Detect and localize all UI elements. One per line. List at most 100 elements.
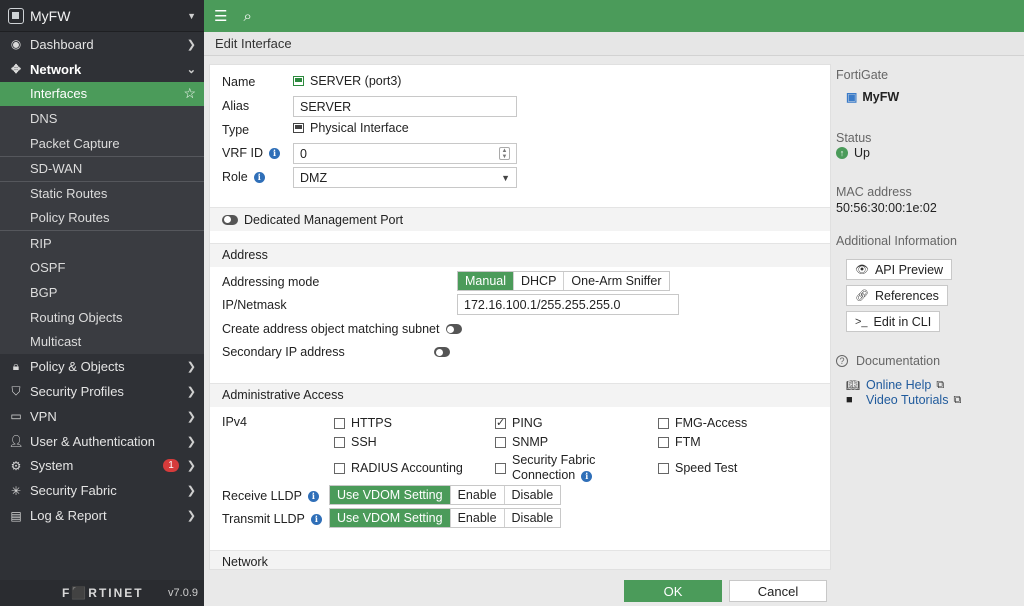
sidebar-item-policy-objects[interactable]: 🔒︎ Policy & Objects ❯	[0, 354, 204, 380]
info-icon[interactable]: i	[310, 513, 322, 525]
tx-lldp-enable[interactable]: Enable	[450, 509, 505, 527]
sidebar-sub-ospf[interactable]: OSPF	[0, 255, 204, 280]
vrf-id-input[interactable]: 0 ▲ ▼	[293, 143, 517, 164]
sidebar-item-system[interactable]: ⚙ System 1 ❯	[0, 453, 204, 479]
create-address-label: Create address object matching subnet	[222, 322, 440, 336]
ssh-checkbox[interactable]: SSH	[334, 435, 377, 449]
sidebar-sub-sd-wan[interactable]: SD-WAN	[0, 155, 204, 181]
sidebar-item-vpn[interactable]: ▭ VPN ❯	[0, 403, 204, 429]
sidebar-item-dashboard[interactable]: ◉ Dashboard ❯	[0, 32, 204, 57]
info-icon[interactable]: i	[581, 471, 593, 482]
receive-lldp-segmented: Use VDOM Setting Enable Disable	[329, 485, 562, 505]
addr-mode-dhcp[interactable]: DHCP	[514, 272, 565, 290]
sidebar-item-user-auth[interactable]: 👤︎ User & Authentication ❯	[0, 428, 204, 454]
gear-icon: ⚙	[10, 458, 22, 473]
info-icon[interactable]: i	[268, 147, 280, 159]
vrf-row: VRF ID i	[222, 146, 280, 160]
addressing-mode-segmented: Manual DHCP One-Arm Sniffer	[457, 271, 670, 291]
type-value: Physical Interface	[310, 121, 409, 135]
rx-lldp-disable[interactable]: Disable	[504, 486, 561, 504]
checkbox-label: SNMP	[512, 435, 549, 449]
references-button[interactable]: 🔗︎ References	[846, 285, 948, 306]
addressing-mode-row: Addressing mode	[222, 275, 319, 289]
speed-test-checkbox[interactable]: Speed Test	[658, 461, 737, 475]
video-tutorials-link[interactable]: ■ Video Tutorials ⧉	[846, 393, 961, 407]
search-icon[interactable]: ⌕	[243, 8, 251, 25]
ok-button[interactable]: OK	[624, 580, 722, 602]
alias-row: Alias	[222, 99, 249, 113]
online-help-link[interactable]: 📖︎ Online Help ⧉	[846, 378, 944, 392]
checkbox-box[interactable]	[495, 436, 506, 448]
sidebar-item-security-profiles[interactable]: ⛉ Security Profiles ❯	[0, 379, 204, 404]
checkbox-box[interactable]	[334, 417, 345, 429]
type-label: Type	[222, 123, 250, 137]
role-select[interactable]: DMZ	[293, 167, 517, 188]
create-address-toggle[interactable]	[445, 324, 462, 334]
admin-access-section-header: Administrative Access	[210, 383, 830, 407]
button-label: References	[874, 288, 939, 303]
snmp-checkbox[interactable]: SNMP	[495, 435, 548, 449]
radius-accounting-checkbox[interactable]: RADIUS Accounting	[334, 461, 463, 475]
link-label: Video Tutorials	[866, 393, 949, 407]
sidebar-item-network[interactable]: ✥ Network ⌄	[0, 56, 204, 82]
secondary-ip-label: Secondary IP address	[222, 345, 345, 359]
sidebar-sub-policy-routes[interactable]: Policy Routes	[0, 205, 204, 231]
chart-icon: ▤	[10, 508, 22, 523]
star-icon[interactable]: ☆	[183, 85, 196, 102]
info-icon[interactable]: i	[253, 171, 265, 183]
edit-in-cli-button[interactable]: >_ Edit in CLI	[846, 311, 941, 332]
sidebar-sub-routing-objects[interactable]: Routing Objects	[0, 304, 204, 330]
rx-lldp-use-vdom[interactable]: Use VDOM Setting	[330, 486, 451, 504]
cancel-button[interactable]: Cancel	[729, 580, 827, 602]
fmg-access-checkbox[interactable]: FMG-Access	[658, 416, 747, 430]
info-icon[interactable]: i	[307, 490, 319, 502]
fortigate-device-icon	[8, 7, 24, 24]
secondary-ip-toggle[interactable]	[434, 347, 450, 357]
checkbox-box-checked[interactable]	[495, 416, 506, 429]
ipmask-input[interactable]: 172.16.100.1/255.255.255.0	[457, 294, 679, 315]
sidebar-sub-dns[interactable]: DNS	[0, 106, 204, 132]
sidebar-sub-label: Multicast	[30, 334, 82, 350]
alias-input[interactable]: SERVER	[293, 96, 517, 117]
sidebar-sub-bgp[interactable]: BGP	[0, 279, 204, 305]
network-section-header: Network	[210, 550, 830, 569]
sidebar-item-label: Dashboard	[30, 36, 94, 52]
tx-lldp-disable[interactable]: Disable	[504, 509, 561, 527]
mac-value: 50:56:30:00:1e:02	[836, 201, 937, 215]
checkbox-box[interactable]	[658, 436, 669, 448]
https-checkbox[interactable]: HTTPS	[334, 416, 392, 430]
checkbox-label: FMG-Access	[675, 416, 748, 430]
sidebar-sub-interfaces[interactable]: Interfaces ☆	[0, 81, 204, 107]
checkbox-box[interactable]	[334, 436, 345, 448]
vdom-selector[interactable]: MyFW ▼	[0, 0, 204, 32]
name-value-row: SERVER (port3)	[293, 74, 401, 88]
sidebar-sub-label: Routing Objects	[30, 309, 123, 325]
ping-checkbox[interactable]: PING	[495, 416, 543, 430]
number-stepper-icon[interactable]: ▲ ▼	[499, 147, 510, 160]
rx-lldp-enable[interactable]: Enable	[450, 486, 505, 504]
sidebar-item-log-report[interactable]: ▤ Log & Report ❯	[0, 503, 204, 528]
button-label: API Preview	[874, 262, 944, 277]
addr-mode-one-arm-sniffer[interactable]: One-Arm Sniffer	[564, 272, 669, 290]
sidebar-item-security-fabric[interactable]: ✳ Security Fabric ❯	[0, 478, 204, 504]
sidebar-sub-static-routes[interactable]: Static Routes	[0, 180, 204, 206]
api-preview-button[interactable]: 👁︎ API Preview	[846, 259, 953, 280]
checkbox-label-multiline: Security Fabric Connection i	[512, 453, 595, 483]
hamburger-menu-icon[interactable]: ☰	[214, 7, 227, 25]
sidebar-item-label: Security Fabric	[30, 483, 117, 499]
checkbox-box[interactable]	[658, 462, 669, 474]
name-value: SERVER (port3)	[310, 74, 402, 88]
checkbox-box[interactable]	[495, 462, 506, 474]
tx-lldp-use-vdom[interactable]: Use VDOM Setting	[330, 509, 451, 527]
sidebar-sub-multicast[interactable]: Multicast	[0, 329, 204, 355]
sidebar-sub-rip[interactable]: RIP	[0, 230, 204, 256]
ftm-checkbox[interactable]: FTM	[658, 435, 701, 449]
transmit-lldp-row: Transmit LLDP i	[222, 512, 322, 526]
security-fabric-connection-checkbox[interactable]: Security Fabric Connection i	[495, 453, 595, 483]
sidebar-sub-packet-capture[interactable]: Packet Capture	[0, 131, 204, 156]
checkbox-box[interactable]	[334, 462, 345, 474]
addr-mode-manual[interactable]: Manual	[458, 272, 514, 290]
dedicated-mgmt-toggle[interactable]	[222, 214, 238, 225]
checkbox-box[interactable]	[658, 417, 669, 429]
receive-lldp-row: Receive LLDP i	[222, 489, 319, 503]
